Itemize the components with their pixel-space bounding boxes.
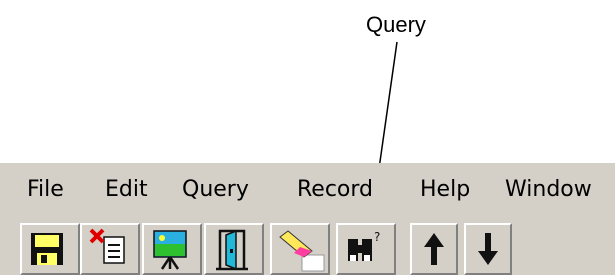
delete-record-button[interactable] (80, 223, 140, 275)
arrow-up-icon (424, 233, 444, 265)
picture-button[interactable] (142, 223, 202, 275)
menu-query[interactable]: Query (182, 176, 249, 204)
move-down-button[interactable] (464, 223, 512, 275)
svg-text:?: ? (374, 230, 380, 244)
save-button[interactable] (20, 223, 80, 275)
menu-window[interactable]: Window (505, 176, 592, 204)
binoculars-query-icon: ? (348, 230, 380, 261)
delete-record-icon (89, 228, 125, 264)
callout-label: Query (366, 12, 426, 37)
toolbar: ? (0, 217, 615, 275)
picture-icon (153, 230, 187, 270)
arrow-down-icon (478, 233, 498, 265)
exit-button[interactable] (204, 223, 264, 275)
menu-record[interactable]: Record (297, 176, 373, 204)
menu-bar: File Edit Query Record Help Window (0, 163, 615, 217)
menu-help[interactable]: Help (420, 176, 470, 204)
eraser-icon (279, 230, 325, 272)
eraser-button[interactable] (270, 223, 330, 275)
query-button[interactable]: ? (336, 223, 396, 275)
exit-door-icon (216, 229, 248, 271)
save-icon (31, 233, 63, 265)
move-up-button[interactable] (410, 223, 458, 275)
menu-edit[interactable]: Edit (105, 176, 148, 204)
menu-file[interactable]: File (27, 176, 64, 204)
